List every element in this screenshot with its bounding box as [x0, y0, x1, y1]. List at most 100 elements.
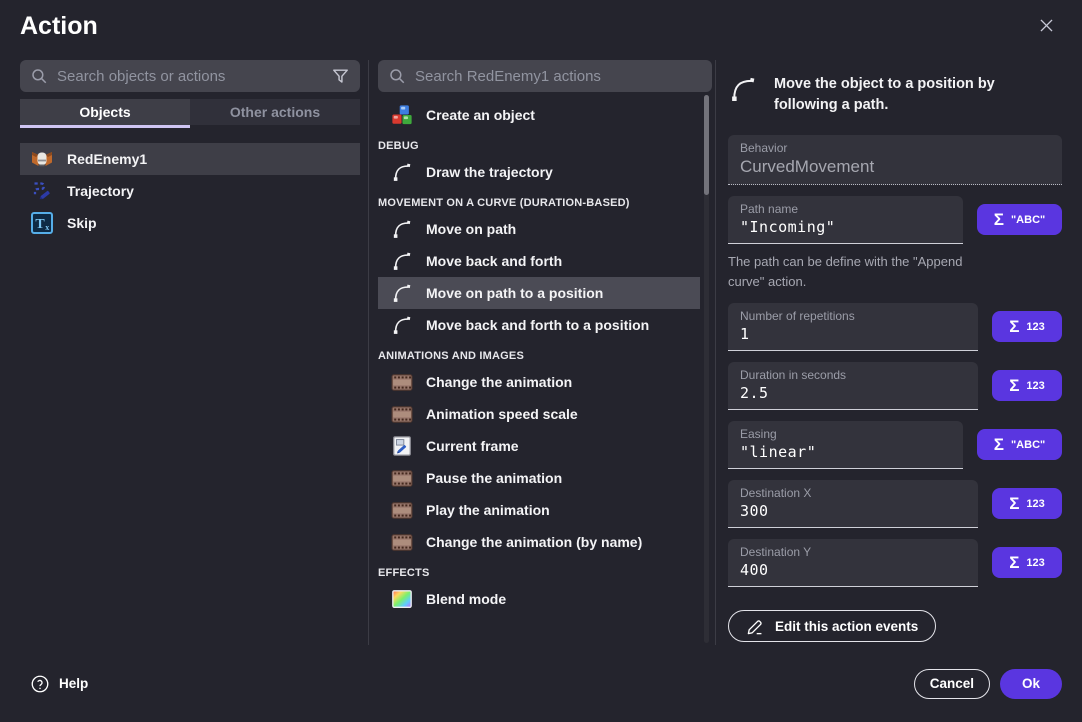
expression-editor-123-button[interactable]: Σ 123	[992, 488, 1062, 519]
filter-icon[interactable]	[331, 67, 350, 86]
parameter-field[interactable]: Duration in seconds2.5	[728, 362, 978, 410]
parameter-field: BehaviorCurvedMovement	[728, 135, 1062, 185]
sigma-icon: Σ	[994, 436, 1004, 453]
curve-icon	[391, 250, 413, 272]
sigma-icon: Σ	[1009, 554, 1019, 571]
action-item[interactable]: Change the animation (by name)	[378, 526, 700, 558]
objects-list: RedEnemy1 Trajectory TxSkip	[20, 143, 360, 239]
svg-text:T: T	[35, 217, 45, 232]
action-item[interactable]: Create an object	[378, 99, 700, 131]
parameter-fields: BehaviorCurvedMovement Path name"Incoming…	[728, 135, 1062, 587]
expression-editor-abc-button[interactable]: Σ "ABC"	[977, 429, 1062, 460]
red-enemy-sprite-icon	[30, 147, 54, 171]
object-item[interactable]: Trajectory	[20, 175, 360, 207]
parameter-field[interactable]: Destination Y400	[728, 539, 978, 587]
object-item-label: Trajectory	[67, 183, 134, 199]
expression-editor-abc-button[interactable]: Σ"ABC"	[977, 204, 1062, 235]
close-icon[interactable]	[1037, 16, 1056, 35]
objects-search-input[interactable]	[57, 68, 322, 85]
action-item-label: Draw the trajectory	[426, 164, 553, 180]
action-item[interactable]: Change the animation	[378, 366, 700, 398]
action-item[interactable]: Move on path to a position	[378, 277, 700, 309]
action-item-label: Move on path to a position	[426, 285, 603, 301]
sigma-icon: Σ	[1009, 495, 1019, 512]
action-item[interactable]: Move back and forth	[378, 245, 700, 277]
parameter-field-column: Destination Y400	[728, 539, 978, 587]
expression-type-label: 123	[1026, 321, 1044, 333]
object-item-label: RedEnemy1	[67, 151, 147, 167]
action-item-label: Play the animation	[426, 502, 550, 518]
parameter-row: Destination X 300 Σ 123	[728, 480, 1062, 528]
film-icon	[391, 533, 413, 552]
action-item-label: Change the animation	[426, 374, 572, 390]
parameter-label: Easing	[740, 427, 951, 441]
parameter-value: "linear"	[740, 443, 951, 461]
action-item[interactable]: Pause the animation	[378, 462, 700, 494]
help-circle-icon	[30, 674, 50, 694]
parameter-helper-text: The path can be define with the "Append …	[728, 252, 963, 292]
expression-type-label: 123	[1026, 557, 1044, 569]
parameter-label: Number of repetitions	[740, 309, 966, 323]
blend-icon	[391, 588, 413, 610]
help-button[interactable]: Help	[30, 674, 88, 694]
object-item[interactable]: TxSkip	[20, 207, 360, 239]
curve-icon	[728, 74, 758, 116]
actions-section-header: DEBUG	[378, 140, 700, 152]
expression-type-label: 123	[1026, 498, 1044, 510]
tab-other-actions[interactable]: Other actions	[190, 99, 360, 125]
action-description: Move the object to a position by followi…	[728, 74, 1062, 116]
action-item[interactable]: Current frame	[378, 430, 700, 462]
search-icon	[388, 67, 406, 85]
parameter-field-column: Destination X 300	[728, 480, 978, 528]
parameter-field-column: Path name"Incoming" The path can be defin…	[728, 196, 963, 292]
action-item[interactable]: Draw the trajectory	[378, 156, 700, 188]
actions-search-input[interactable]	[415, 68, 702, 85]
curve-icon	[391, 314, 413, 336]
action-item-label: Current frame	[426, 438, 519, 454]
action-item-label: Change the animation (by name)	[426, 534, 642, 550]
object-item[interactable]: RedEnemy1	[20, 143, 360, 175]
parameter-field-column: BehaviorCurvedMovement	[728, 135, 1062, 185]
action-item[interactable]: Move back and forth to a position	[378, 309, 700, 341]
film-icon	[391, 469, 413, 488]
objects-panel: Objects Other actions RedEnemy1 Trajector…	[20, 60, 360, 645]
action-description-text: Move the object to a position by followi…	[774, 74, 1054, 116]
action-item[interactable]: Play the animation	[378, 494, 700, 526]
dialog-footer: Help Cancel Ok	[0, 645, 1082, 722]
action-item[interactable]: Blend mode	[378, 583, 700, 615]
parameter-field[interactable]: Path name"Incoming"	[728, 196, 963, 244]
action-item[interactable]: Move on path	[378, 213, 700, 245]
curve-icon	[391, 218, 413, 240]
parameter-label: Destination X	[740, 486, 966, 500]
actions-section-header: MOVEMENT ON A CURVE (DURATION-BASED)	[378, 197, 700, 209]
action-item-label: Move on path	[426, 221, 516, 237]
actions-section-header: ANIMATIONS AND IMAGES	[378, 350, 700, 362]
panel-divider	[368, 60, 369, 645]
actions-panel: Create an object DEBUG Draw the trajectory…	[378, 60, 712, 645]
curve-icon	[391, 282, 413, 304]
expression-editor-123-button[interactable]: Σ123	[992, 370, 1062, 401]
parameter-label: Destination Y	[740, 545, 966, 559]
expression-type-label: "ABC"	[1011, 439, 1045, 451]
actions-scrollbar-track[interactable]	[704, 95, 709, 643]
parameter-field[interactable]: Easing "linear"	[728, 421, 963, 469]
ok-button[interactable]: Ok	[1000, 669, 1062, 699]
parameter-row: BehaviorCurvedMovement	[728, 135, 1062, 185]
parameter-value: 300	[740, 502, 966, 520]
edit-action-events-button[interactable]: Edit this action events	[728, 610, 936, 642]
sigma-icon: Σ	[1009, 318, 1019, 335]
parameter-field[interactable]: Destination X 300	[728, 480, 978, 528]
trajectory-path-icon	[30, 179, 54, 203]
parameter-row: Destination Y400 Σ 123	[728, 539, 1062, 587]
expression-editor-123-button[interactable]: Σ 123	[992, 311, 1062, 342]
sigma-icon: Σ	[994, 211, 1004, 228]
parameter-field[interactable]: Number of repetitions1	[728, 303, 978, 351]
expression-editor-123-button[interactable]: Σ 123	[992, 547, 1062, 578]
tab-objects[interactable]: Objects	[20, 99, 190, 125]
cancel-button[interactable]: Cancel	[914, 669, 990, 699]
parameter-label: Behavior	[740, 141, 1050, 155]
pencil-icon	[746, 617, 765, 636]
actions-scrollbar-thumb[interactable]	[704, 95, 709, 195]
action-item[interactable]: Animation speed scale	[378, 398, 700, 430]
action-item-label: Move back and forth	[426, 253, 562, 269]
